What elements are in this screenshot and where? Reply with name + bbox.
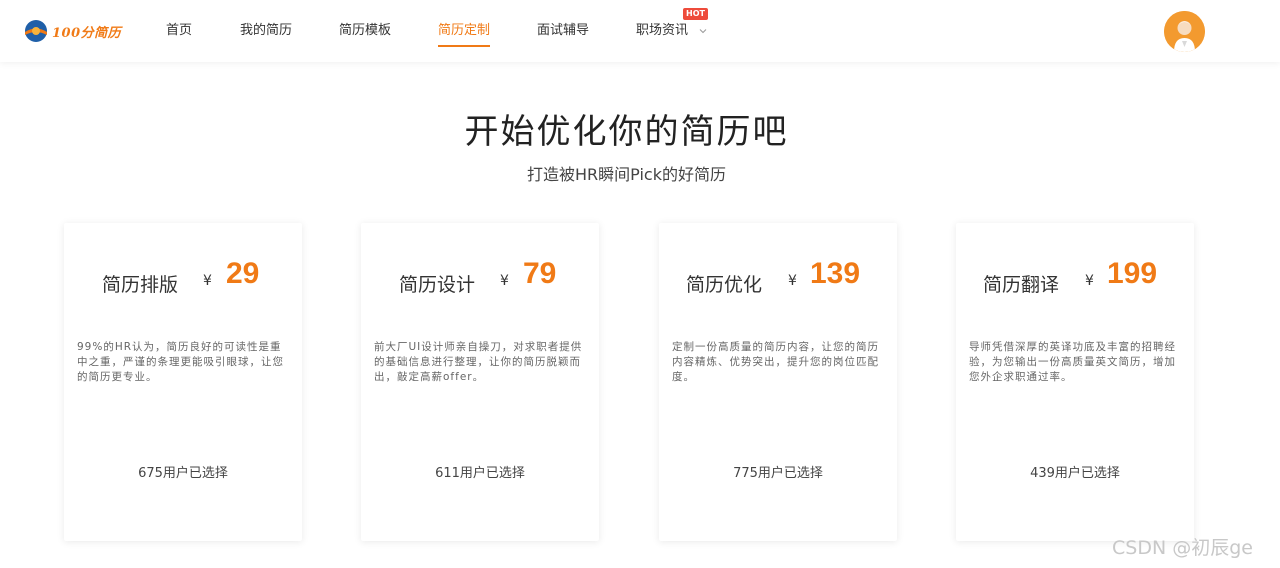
card-title: 简历优化 <box>686 274 763 296</box>
page-title: 开始优化你的简历吧 <box>464 112 789 152</box>
nav-my-resume[interactable]: 我的简历 <box>240 22 292 46</box>
card-description: 导师凭借深厚的英译功底及丰富的招聘经验，为您输出一份高质量英文简历，增加您外企求… <box>969 341 1176 383</box>
service-card-layout[interactable]: 简历排版 ¥ 29 99%的HR认为，简历良好的可读性是重中之重，严谨的条理更能… <box>64 223 302 541</box>
nav-label: 职场资讯 <box>636 23 689 38</box>
service-card-design[interactable]: 简历设计 ¥ 79 前大厂UI设计师亲自操刀，对求职者提供的基础信息进行整理，让… <box>361 223 599 541</box>
card-user-count: 611用户已选择 <box>435 466 525 481</box>
currency-symbol: ¥ <box>500 273 509 289</box>
card-price: 139 <box>810 257 861 290</box>
nav-home[interactable]: 首页 <box>166 22 192 46</box>
card-price: 79 <box>523 257 557 290</box>
card-description: 定制一份高质量的简历内容，让您的简历内容精炼、优势突出，提升您的岗位匹配度。 <box>672 341 879 383</box>
logo-icon <box>25 20 47 42</box>
nav-label: 首页 <box>166 23 193 38</box>
nav-label: 简历定制 <box>438 23 491 38</box>
nav-label: 面试辅导 <box>537 23 590 38</box>
nav-career-news[interactable]: 职场资讯 <box>636 22 708 46</box>
currency-symbol: ¥ <box>1085 273 1094 289</box>
user-avatar-icon <box>1164 11 1205 52</box>
logo-text: 100分简历 <box>52 25 122 41</box>
card-user-count: 439用户已选择 <box>1030 466 1120 481</box>
currency-symbol: ¥ <box>203 273 212 289</box>
nav-label: 简历模板 <box>339 23 392 38</box>
top-navbar: 100分简历 首页 我的简历 简历模板 简历定制 面试辅导 职场资讯 HOT <box>0 0 1280 62</box>
nav-label: 我的简历 <box>240 23 293 38</box>
nav-interview-coaching[interactable]: 面试辅导 <box>537 22 589 46</box>
avatar[interactable] <box>1164 11 1205 52</box>
page-subtitle: 打造被HR瞬间Pick的好简历 <box>527 165 726 184</box>
hot-badge: HOT <box>683 8 708 20</box>
card-title: 简历翻译 <box>983 274 1060 296</box>
service-card-optimize[interactable]: 简历优化 ¥ 139 定制一份高质量的简历内容，让您的简历内容精炼、优势突出，提… <box>659 223 897 541</box>
card-description: 99%的HR认为，简历良好的可读性是重中之重，严谨的条理更能吸引眼球，让您的简历… <box>77 341 284 383</box>
watermark: CSDN @初辰ge <box>1112 537 1253 559</box>
service-card-translate[interactable]: 简历翻译 ¥ 199 导师凭借深厚的英译功底及丰富的招聘经验，为您输出一份高质量… <box>956 223 1194 541</box>
nav-resume-custom[interactable]: 简历定制 <box>438 22 491 47</box>
card-title: 简历设计 <box>399 274 476 296</box>
card-description: 前大厂UI设计师亲自操刀，对求职者提供的基础信息进行整理，让你的简历脱颖而出，敲… <box>374 341 583 383</box>
card-title: 简历排版 <box>102 274 179 296</box>
active-nav-underline <box>438 45 491 47</box>
chevron-down-icon <box>699 28 707 33</box>
card-user-count: 675用户已选择 <box>138 466 228 481</box>
card-user-count: 775用户已选择 <box>733 466 823 481</box>
card-price: 29 <box>226 257 260 290</box>
currency-symbol: ¥ <box>788 273 797 289</box>
logo[interactable]: 100分简历 <box>24 18 121 44</box>
card-price: 199 <box>1107 257 1158 290</box>
nav-resume-templates[interactable]: 简历模板 <box>339 22 391 46</box>
